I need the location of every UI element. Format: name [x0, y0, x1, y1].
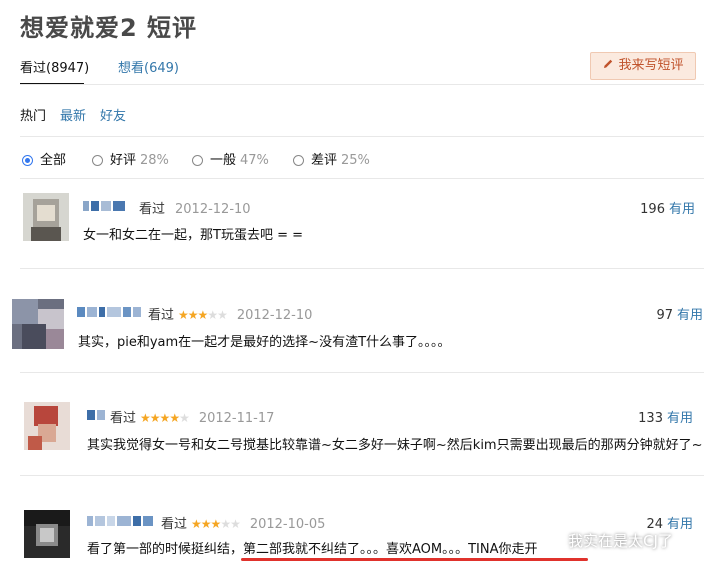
filter-positive[interactable]: 好评 28% [92, 149, 169, 168]
highlight-underline [241, 558, 588, 561]
divider [20, 372, 704, 373]
page-title: 想爱就爱2 短评 [20, 14, 198, 42]
divider [20, 178, 704, 179]
watch-status: 看过 [161, 517, 188, 532]
divider [20, 84, 704, 85]
star-filled-icon: ★ [187, 308, 199, 322]
star-filled-icon: ★ [178, 308, 189, 322]
comment-date: 2012-12-10 [236, 308, 313, 323]
star-filled-icon: ★ [159, 411, 171, 425]
radio-selected-icon [22, 155, 33, 166]
vote-number: 133 [638, 411, 663, 426]
useful-button[interactable]: 有用 [677, 308, 703, 323]
watch-status: 看过 [139, 202, 166, 217]
rating-stars: ★★★★★ [178, 308, 228, 322]
pencil-icon [604, 59, 613, 68]
vote-count: 196 有用 [640, 198, 695, 217]
username-pixelated[interactable] [77, 307, 143, 317]
filter-label: 一般 [210, 153, 237, 168]
username-pixelated[interactable] [87, 516, 155, 526]
radio-icon [92, 155, 103, 166]
useful-button[interactable]: 有用 [667, 411, 693, 426]
watermark-text: 我实在是太CJ了 [568, 532, 673, 550]
write-review-button[interactable]: 我来写短评 [590, 52, 696, 80]
wechat-icon [548, 532, 564, 548]
star-empty-icon: ★ [220, 517, 231, 531]
tab-want-to-watch[interactable]: 想看(649) [118, 57, 179, 76]
rating-stars: ★★★★★ [140, 411, 190, 425]
star-filled-icon: ★ [197, 308, 209, 322]
filter-label: 好评 [110, 153, 137, 168]
sort-latest[interactable]: 最新 [60, 105, 86, 124]
comment-date: 2012-12-10 [175, 202, 251, 217]
comment-date: 2012-10-05 [249, 517, 326, 532]
divider [20, 475, 704, 476]
filter-all[interactable]: 全部 [22, 149, 66, 168]
vote-count: 133 有用 [638, 407, 693, 426]
star-filled-icon: ★ [169, 411, 180, 425]
tab-watched[interactable]: 看过(8947) [20, 57, 89, 76]
comment-text: 看了第一部的时候挺纠结，第二部我就不纠结了。。。喜欢AOM。。。TINA你走开 [87, 542, 538, 557]
filter-percent: 28% [140, 153, 169, 168]
rating-stars: ★★★★★ [191, 517, 241, 531]
avatar[interactable] [24, 510, 70, 558]
username-pixelated[interactable] [87, 410, 105, 420]
watch-status: 看过 [110, 411, 137, 426]
comment-meta: 看过 2012-12-10 [139, 198, 251, 217]
avatar[interactable] [23, 193, 69, 241]
comment-meta: 看过 ★★★★★ 2012-12-10 [148, 304, 312, 323]
filter-neutral[interactable]: 一般 47% [192, 149, 269, 168]
useful-button[interactable]: 有用 [669, 202, 695, 217]
avatar[interactable] [24, 402, 70, 450]
avatar[interactable] [12, 299, 64, 349]
comment-text: 其实，pie和yam在一起才是最好的选择~没有渣T什么事了。。。。 [78, 335, 451, 350]
username-pixelated[interactable] [83, 201, 127, 211]
watch-status: 看过 [148, 308, 175, 323]
vote-number: 196 [640, 202, 665, 217]
star-filled-icon: ★ [191, 517, 202, 531]
comment-meta: 看过 ★★★★★ 2012-11-17 [110, 407, 274, 426]
comment-text: 女一和女二在一起，那T玩蛋去吧 = = [83, 228, 303, 243]
star-empty-icon: ★ [207, 308, 218, 322]
comment-text: 其实我觉得女一号和女二号搅基比较靠谱~女二多好一妹子啊~然后kim只需要出现最后… [87, 438, 703, 453]
vote-number: 97 [656, 308, 673, 323]
star-filled-icon: ★ [210, 517, 222, 531]
vote-count: 97 有用 [656, 304, 703, 323]
divider [20, 136, 704, 137]
filter-label: 全部 [40, 153, 67, 168]
filter-negative[interactable]: 差评 25% [293, 149, 370, 168]
star-filled-icon: ★ [140, 411, 151, 425]
comment-date: 2012-11-17 [198, 411, 275, 426]
radio-icon [293, 155, 304, 166]
sort-friends[interactable]: 好友 [100, 105, 126, 124]
filter-percent: 25% [341, 153, 370, 168]
star-empty-icon: ★ [230, 517, 241, 531]
sort-hot[interactable]: 热门 [20, 105, 46, 124]
filter-label: 差评 [311, 153, 338, 168]
comment-meta: 看过 ★★★★★ 2012-10-05 [161, 513, 325, 532]
star-filled-icon: ★ [149, 411, 161, 425]
divider [20, 268, 704, 269]
star-empty-icon: ★ [179, 411, 190, 425]
watermark: 我实在是太CJ了 [548, 530, 673, 551]
star-filled-icon: ★ [200, 517, 212, 531]
filter-percent: 47% [240, 153, 269, 168]
radio-icon [192, 155, 203, 166]
write-review-label: 我来写短评 [618, 58, 684, 73]
star-empty-icon: ★ [217, 308, 228, 322]
